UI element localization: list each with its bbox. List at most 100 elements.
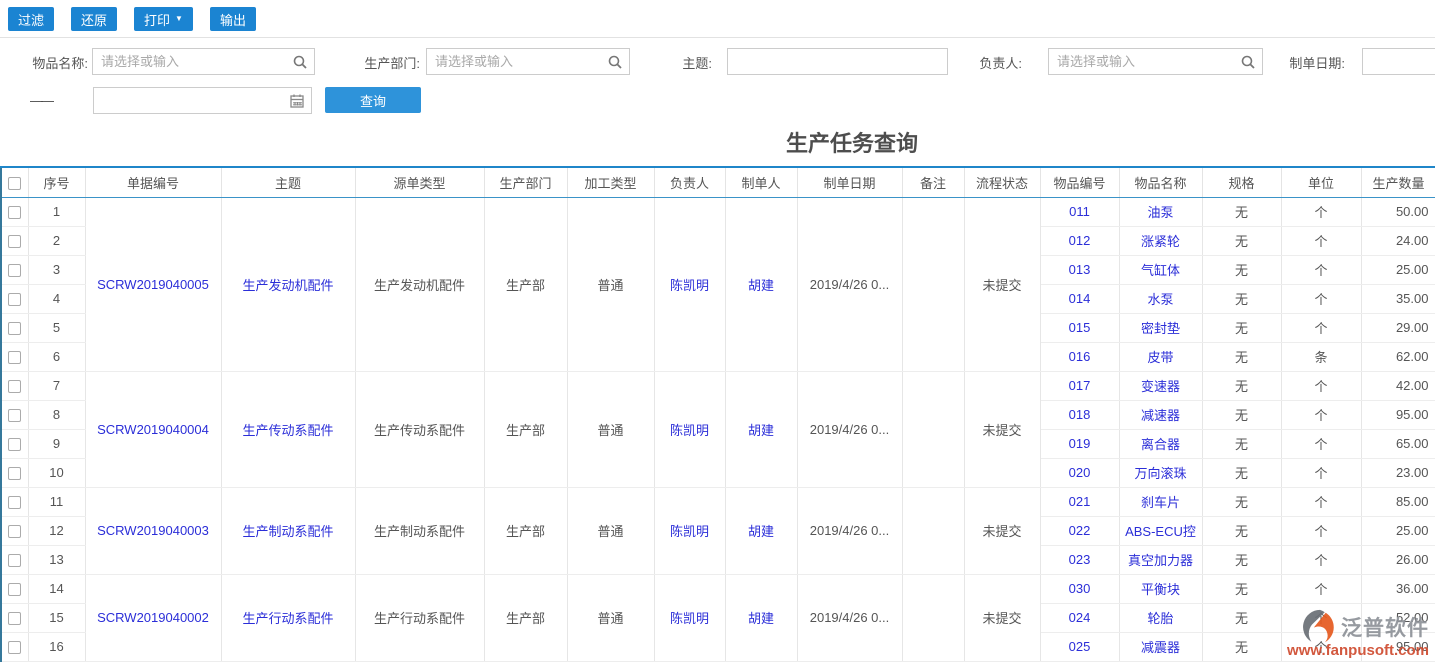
- item-code-link[interactable]: 030: [1069, 581, 1091, 596]
- search-icon[interactable]: [607, 54, 623, 70]
- item-name-link[interactable]: 涨紧轮: [1141, 234, 1180, 249]
- item-name-link[interactable]: 油泵: [1147, 205, 1173, 220]
- row-checkbox[interactable]: [8, 322, 21, 335]
- date-from-input[interactable]: [1363, 49, 1435, 74]
- print-button[interactable]: 打印 ▼: [134, 7, 193, 31]
- title-row: 生产任务查询: [0, 118, 1435, 166]
- item-code-link[interactable]: 016: [1069, 349, 1091, 364]
- item-code-link[interactable]: 023: [1069, 552, 1091, 567]
- subject-link[interactable]: 生产制动系配件: [242, 524, 333, 539]
- subject-input[interactable]: [728, 49, 947, 74]
- doc-no-link[interactable]: SCRW2019040005: [97, 277, 209, 292]
- row-checkbox[interactable]: [8, 438, 21, 451]
- row-checkbox[interactable]: [8, 206, 21, 219]
- row-checkbox[interactable]: [8, 293, 21, 306]
- item-name-link[interactable]: 平衡块: [1141, 582, 1180, 597]
- creator-link[interactable]: 胡建: [748, 278, 774, 293]
- status-cell: 未提交: [964, 371, 1040, 487]
- row-checkbox[interactable]: [8, 235, 21, 248]
- seq-cell: 5: [28, 313, 85, 342]
- owner-link[interactable]: 陈凯明: [670, 611, 709, 626]
- owner-link[interactable]: 陈凯明: [670, 423, 709, 438]
- export-button[interactable]: 输出: [210, 7, 256, 31]
- item-code-link[interactable]: 018: [1069, 407, 1091, 422]
- header-cell: 物品编号: [1040, 167, 1119, 197]
- row-checkbox[interactable]: [8, 409, 21, 422]
- doc-no-link[interactable]: SCRW2019040002: [97, 610, 209, 625]
- spec-cell: 无: [1202, 197, 1281, 226]
- search-icon[interactable]: [292, 54, 308, 70]
- row-checkbox[interactable]: [8, 525, 21, 538]
- item-name-link[interactable]: 减速器: [1141, 408, 1180, 423]
- row-checkbox[interactable]: [8, 583, 21, 596]
- owner-link[interactable]: 陈凯明: [670, 278, 709, 293]
- item-name-link[interactable]: 离合器: [1141, 437, 1180, 452]
- item-name-link[interactable]: 气缸体: [1141, 263, 1180, 278]
- doc-no-link[interactable]: SCRW2019040004: [97, 422, 209, 437]
- item-name-link[interactable]: 真空加力器: [1128, 553, 1193, 568]
- subject-link: 生产传动系配件: [221, 371, 355, 487]
- select-all-checkbox[interactable]: [8, 177, 21, 190]
- department-field: [426, 48, 630, 75]
- item-name-link[interactable]: 减震器: [1141, 640, 1180, 655]
- row-checkbox[interactable]: [8, 641, 21, 654]
- row-checkbox[interactable]: [8, 380, 21, 393]
- item-name-link[interactable]: 水泵: [1147, 292, 1173, 307]
- item-code-link[interactable]: 025: [1069, 639, 1091, 654]
- doc-no-link: SCRW2019040004: [85, 371, 221, 487]
- spec-cell: 无: [1202, 284, 1281, 313]
- item-name-input[interactable]: [93, 49, 314, 74]
- item-name-link[interactable]: 刹车片: [1141, 495, 1180, 510]
- item-code-link[interactable]: 024: [1069, 610, 1091, 625]
- creator-link[interactable]: 胡建: [748, 423, 774, 438]
- date-cell: 2019/4/26 0...: [797, 371, 902, 487]
- header-cell: 主题: [221, 167, 355, 197]
- search-button[interactable]: 查询: [325, 87, 421, 113]
- row-checkbox[interactable]: [8, 554, 21, 567]
- filter-button[interactable]: 过滤: [8, 7, 54, 31]
- row-checkbox[interactable]: [8, 496, 21, 509]
- row-checkbox[interactable]: [8, 264, 21, 277]
- item-name-link[interactable]: 轮胎: [1147, 611, 1173, 626]
- row-checkbox[interactable]: [8, 467, 21, 480]
- status-cell: 未提交: [964, 197, 1040, 371]
- search-icon[interactable]: [1240, 54, 1256, 70]
- item-code-link[interactable]: 022: [1069, 523, 1091, 538]
- unit-cell: 个: [1281, 632, 1361, 661]
- checkbox-cell: [1, 284, 28, 313]
- item-name-link[interactable]: 皮带: [1147, 350, 1173, 365]
- creator-link[interactable]: 胡建: [748, 611, 774, 626]
- calendar-icon[interactable]: [289, 93, 305, 109]
- spec-cell: 无: [1202, 226, 1281, 255]
- item-name-link: ABS-ECU控: [1119, 516, 1202, 545]
- item-name-link[interactable]: 万向滚珠: [1134, 466, 1186, 481]
- item-code-link[interactable]: 019: [1069, 436, 1091, 451]
- item-code-link[interactable]: 017: [1069, 378, 1091, 393]
- restore-button[interactable]: 还原: [71, 7, 117, 31]
- department-input[interactable]: [427, 49, 629, 74]
- item-code-link[interactable]: 013: [1069, 262, 1091, 277]
- item-code-link[interactable]: 011: [1069, 204, 1090, 219]
- subject-label: 主题:: [650, 53, 712, 72]
- creator-link[interactable]: 胡建: [748, 524, 774, 539]
- subject-link[interactable]: 生产行动系配件: [242, 611, 333, 626]
- owner-link[interactable]: 陈凯明: [670, 524, 709, 539]
- subject-link[interactable]: 生产传动系配件: [242, 423, 333, 438]
- item-code-link[interactable]: 021: [1069, 494, 1091, 509]
- item-name-link[interactable]: ABS-ECU控: [1125, 524, 1196, 539]
- subject-link[interactable]: 生产发动机配件: [242, 278, 333, 293]
- row-checkbox[interactable]: [8, 351, 21, 364]
- item-code-link[interactable]: 012: [1069, 233, 1091, 248]
- owner-input[interactable]: [1049, 49, 1262, 74]
- doc-no-link[interactable]: SCRW2019040003: [97, 523, 209, 538]
- item-name-link[interactable]: 密封垫: [1141, 321, 1180, 336]
- item-code-link[interactable]: 020: [1069, 465, 1091, 480]
- creator-link: 胡建: [725, 574, 797, 661]
- item-code-link[interactable]: 015: [1069, 320, 1091, 335]
- item-name-link[interactable]: 变速器: [1141, 379, 1180, 394]
- date-to-input[interactable]: [94, 88, 311, 113]
- row-checkbox[interactable]: [8, 612, 21, 625]
- department-cell: 生产部: [484, 487, 567, 574]
- item-name-link: 皮带: [1119, 342, 1202, 371]
- item-code-link[interactable]: 014: [1069, 291, 1091, 306]
